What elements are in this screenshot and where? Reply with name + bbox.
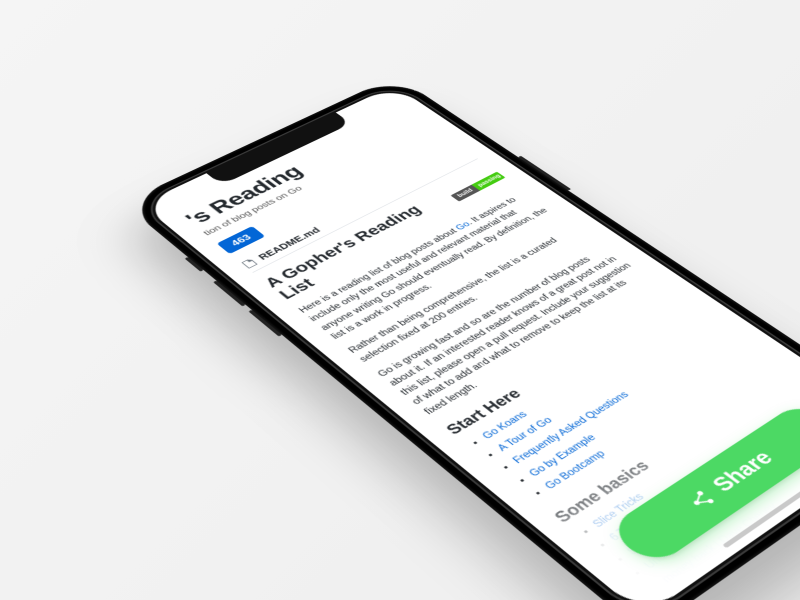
file-icon <box>240 257 259 269</box>
phone-mockup: 's Reading tion of blog posts on Go 463 … <box>123 76 800 600</box>
build-badge[interactable]: build passing <box>451 172 506 202</box>
phone-screen: 's Reading tion of blog posts on Go 463 … <box>141 85 800 600</box>
share-icon <box>683 488 718 513</box>
build-badge-status: passing <box>471 172 505 191</box>
stars-badge[interactable]: 463 <box>217 226 265 254</box>
